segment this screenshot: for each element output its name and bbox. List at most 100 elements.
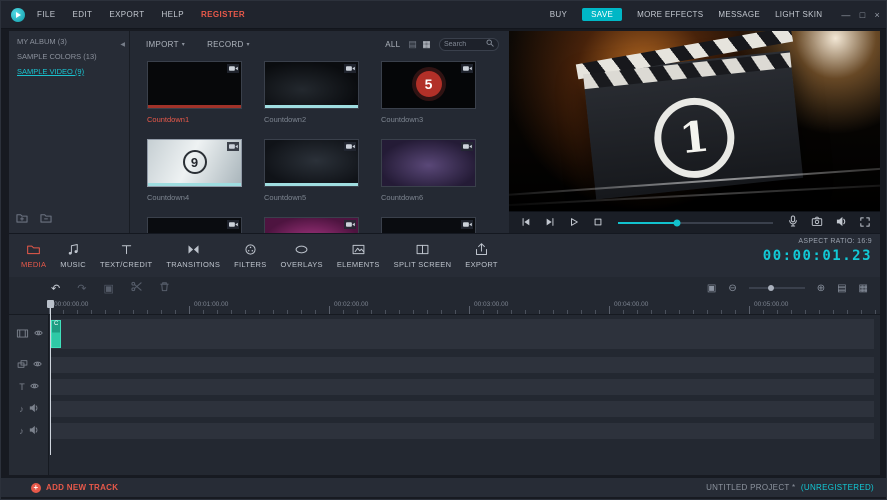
buy-button[interactable]: BUY [550,10,567,19]
tab-media[interactable]: MEDIA [21,242,46,269]
audio-track-icon[interactable]: ♪ [19,426,24,436]
menu-edit[interactable]: EDIT [73,10,93,19]
filter-all-button[interactable]: ALL [385,40,400,49]
close-button[interactable]: × [874,10,880,20]
thumbnail-countdown4[interactable]: 9 [147,139,242,187]
thumbnail-countdown1[interactable] [147,61,242,109]
minimize-button[interactable]: — [841,10,850,20]
track-options-icon[interactable]: ▣ [707,283,716,294]
countdown-circle: 1 [650,93,739,182]
undo-icon[interactable]: ↶ [51,282,60,295]
eye-icon[interactable] [33,329,43,339]
playback-scrubber[interactable] [618,219,773,226]
more-effects-button[interactable]: MORE EFFECTS [637,10,703,19]
thumbnail-partial[interactable] [264,217,359,233]
snapshot-camera-icon[interactable] [811,214,823,232]
menu-help[interactable]: HELP [161,10,184,19]
playhead[interactable] [50,301,51,455]
grid-view-icon[interactable]: ▦ [422,39,431,50]
add-album-icon[interactable] [16,210,28,228]
add-new-track-button[interactable]: + ADD NEW TRACK [31,482,118,493]
video-camera-icon [461,142,473,151]
text-track-lane[interactable] [50,379,874,395]
sidebar-item-my-album[interactable]: MY ALBUM (3) [9,31,129,46]
list-view-icon[interactable]: ▤ [408,39,417,50]
mute-icon[interactable] [29,425,39,437]
tab-filters[interactable]: FILTERS [234,242,266,269]
playback-controls [509,211,880,233]
tab-text-credit[interactable]: TEXT/CREDIT [100,242,152,269]
menu-file[interactable]: FILE [37,10,56,19]
zoom-in-icon[interactable]: ⊕ [817,283,825,294]
tab-export[interactable]: EXPORT [465,242,498,269]
zoom-slider-knob[interactable] [768,285,775,291]
timeline-ruler[interactable]: 00:00:00.00 00:01:00.00 00:02:00.00 00:0… [9,299,880,315]
thumbnail-countdown3[interactable]: 5 [381,61,476,109]
menu-export[interactable]: EXPORT [109,10,144,19]
thumbnail-countdown2[interactable] [264,61,359,109]
volume-icon[interactable] [836,214,847,232]
audio-track-lane-2[interactable] [50,423,874,439]
countdown-number: 1 [677,111,712,164]
video-camera-icon [227,220,239,229]
layout-compact-icon[interactable]: ▤ [837,283,846,294]
media-library-panel: IMPORT▾ RECORD▾ ALL ▤ ▦ 5 [129,31,509,233]
eye-icon[interactable] [32,360,42,370]
delete-album-icon[interactable] [40,210,52,228]
tab-label: OVERLAYS [280,260,323,269]
thumbnail-partial[interactable] [147,217,242,233]
menu-register[interactable]: REGISTER [201,10,245,19]
fullscreen-icon[interactable] [860,214,870,232]
scrubber-knob[interactable] [673,219,681,226]
audio-track-lane[interactable] [50,401,874,417]
save-button[interactable]: SAVE [582,8,623,21]
sidebar-collapse-icon[interactable]: ◀ [120,41,125,48]
play-icon[interactable] [569,214,579,232]
message-button[interactable]: MESSAGE [718,10,760,19]
audio-track-icon[interactable]: ♪ [19,404,24,414]
microphone-icon[interactable] [788,214,798,232]
stop-icon[interactable] [593,214,603,232]
previous-frame-icon[interactable] [521,214,531,232]
pip-track-lane[interactable] [50,357,874,373]
light-skin-button[interactable]: LIGHT SKIN [775,10,822,19]
album-sidebar: MY ALBUM (3) SAMPLE COLORS (13) SAMPLE V… [9,31,129,233]
scissors-icon[interactable] [131,281,142,295]
layout-expanded-icon[interactable]: ▦ [859,283,868,294]
thumbnail-countdown5[interactable] [264,139,359,187]
tab-transitions[interactable]: TRANSITIONS [166,242,220,269]
search-box [439,37,499,51]
search-input[interactable] [444,40,486,48]
pip-track-icon[interactable] [17,359,28,371]
sidebar-item-sample-colors[interactable]: SAMPLE COLORS (13) [9,46,129,61]
video-track-icon[interactable] [16,328,29,341]
mute-icon[interactable] [29,403,39,415]
eye-icon[interactable] [30,382,39,392]
record-button[interactable]: RECORD ▾ [207,40,250,49]
import-button[interactable]: IMPORT ▾ [146,40,185,49]
timeline-clip[interactable]: C [51,320,61,348]
search-icon [486,39,494,49]
tab-split-screen[interactable]: SPLIT SCREEN [394,242,452,269]
redo-icon[interactable]: ↷ [77,282,86,295]
tab-music[interactable]: MUSIC [60,242,86,269]
track-headers: T ♪ ♪ [9,315,49,475]
sidebar-item-sample-video[interactable]: SAMPLE VIDEO (9) [9,61,129,76]
tab-label: TEXT/CREDIT [99,260,153,269]
tab-elements[interactable]: ELEMENTS [337,242,380,269]
preview-video-frame: 1 [509,31,880,211]
maximize-button[interactable]: □ [860,10,866,20]
countdown-number: 5 [415,71,442,98]
text-track-icon[interactable]: T [19,382,25,392]
zoom-slider[interactable] [748,285,805,291]
thumbnail-countdown6[interactable] [381,139,476,187]
thumbnail-partial[interactable] [381,217,476,233]
next-frame-icon[interactable] [545,214,555,232]
video-track-lane[interactable] [50,319,874,349]
tab-overlays[interactable]: OVERLAYS [281,242,323,269]
zoom-out-icon[interactable]: ⊖ [728,283,736,294]
chevron-down-icon: ▾ [181,41,186,48]
playhead-handle[interactable] [47,300,54,308]
trash-icon[interactable] [159,281,170,295]
keyframe-grid-icon[interactable]: ▣ [103,282,113,295]
